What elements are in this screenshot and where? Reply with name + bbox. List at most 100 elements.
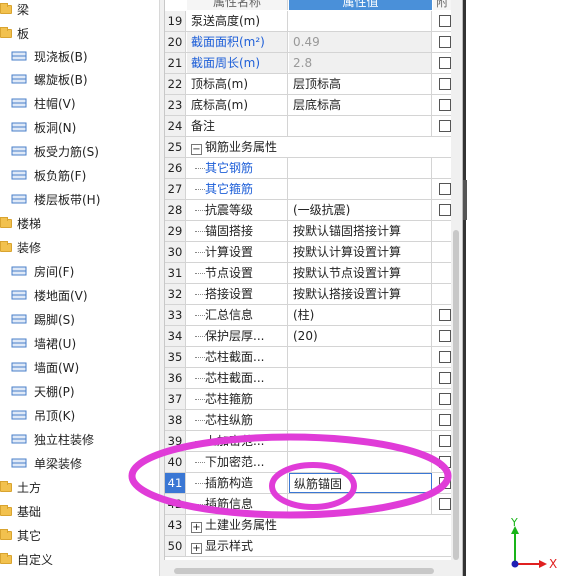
attach-checkbox[interactable] <box>439 15 451 27</box>
property-value[interactable] <box>289 347 432 367</box>
row-number[interactable]: 20 <box>165 32 186 52</box>
row-number[interactable]: 32 <box>165 284 186 304</box>
property-value[interactable] <box>289 179 432 199</box>
attach-checkbox[interactable] <box>439 393 451 405</box>
attach-checkbox[interactable] <box>439 57 451 69</box>
tree-item[interactable]: 板受力筋(S) <box>10 139 99 163</box>
row-number[interactable]: 24 <box>165 116 186 136</box>
tree-folder[interactable]: 装修 <box>0 235 41 259</box>
tree-item[interactable]: 螺旋板(B) <box>10 67 88 91</box>
tree-item[interactable]: 吊顶(K) <box>10 403 75 427</box>
property-row[interactable]: 20 截面面积(m²) 0.49 <box>165 32 455 53</box>
collapse-icon[interactable]: − <box>191 144 202 155</box>
property-group-row[interactable]: 50 + 显示样式 <box>165 536 455 557</box>
property-row[interactable]: 39 上加密范... <box>165 431 455 452</box>
row-number[interactable]: 39 <box>165 431 186 451</box>
attach-checkbox[interactable] <box>439 477 451 489</box>
attach-checkbox[interactable] <box>439 120 451 132</box>
row-number[interactable]: 22 <box>165 74 186 94</box>
attach-checkbox[interactable] <box>439 456 451 468</box>
property-value[interactable]: 按默认锚固搭接计算 <box>289 221 432 241</box>
column-header-value[interactable]: 属性值 <box>289 0 432 10</box>
property-row[interactable]: 38 芯柱纵筋 <box>165 410 455 431</box>
property-value[interactable]: 按默认搭接设置计算 <box>289 284 432 304</box>
attach-checkbox[interactable] <box>439 204 451 216</box>
tree-item[interactable]: 楼地面(V) <box>10 283 88 307</box>
property-row[interactable]: 26 其它钢筋 <box>165 158 455 179</box>
property-value[interactable] <box>289 368 432 388</box>
attach-checkbox[interactable] <box>439 372 451 384</box>
attach-checkbox[interactable] <box>439 99 451 111</box>
row-number[interactable]: 34 <box>165 326 186 346</box>
property-row[interactable]: 30 计算设置 按默认计算设置计算 <box>165 242 455 263</box>
row-number[interactable]: 23 <box>165 95 186 115</box>
property-row[interactable]: 21 截面周长(m) 2.8 <box>165 53 455 74</box>
property-group-row[interactable]: 43 + 土建业务属性 <box>165 515 455 536</box>
tree-item[interactable]: 现浇板(B) <box>10 44 88 68</box>
attach-checkbox[interactable] <box>439 36 451 48</box>
tree-item[interactable]: 天棚(P) <box>10 379 75 403</box>
property-row[interactable]: 29 锚固搭接 按默认锚固搭接计算 <box>165 221 455 242</box>
property-row[interactable]: 28 抗震等级 (一级抗震) <box>165 200 455 221</box>
property-value[interactable]: (柱) <box>289 305 432 325</box>
expand-icon[interactable]: + <box>191 522 202 533</box>
tree-item[interactable]: 房间(F) <box>10 259 74 283</box>
property-value[interactable]: 按默认节点设置计算 <box>289 263 432 283</box>
property-value[interactable]: 层顶标高 <box>289 74 432 94</box>
row-number[interactable]: 33 <box>165 305 186 325</box>
property-row[interactable]: 40 下加密范... <box>165 452 455 473</box>
attach-checkbox[interactable] <box>439 435 451 447</box>
attach-checkbox[interactable] <box>439 498 451 510</box>
attach-checkbox[interactable] <box>439 330 451 342</box>
property-value[interactable]: 层底标高 <box>289 95 432 115</box>
attach-checkbox[interactable] <box>439 309 451 321</box>
tree-item[interactable]: 独立柱装修 <box>10 427 94 451</box>
property-row[interactable]: 24 备注 <box>165 116 455 137</box>
property-row[interactable]: 36 芯柱截面... <box>165 368 455 389</box>
property-row[interactable]: 27 其它箍筋 <box>165 179 455 200</box>
vertical-scrollbar[interactable] <box>451 0 462 576</box>
row-number[interactable]: 41 <box>165 473 186 493</box>
row-number[interactable]: 42 <box>165 494 186 514</box>
property-value[interactable] <box>289 494 432 514</box>
tree-item[interactable]: 柱帽(V) <box>10 91 76 115</box>
property-row[interactable]: 23 底标高(m) 层底标高 <box>165 95 455 116</box>
tree-item[interactable]: 板负筋(F) <box>10 163 86 187</box>
column-header-name[interactable]: 属性名称 <box>187 0 288 10</box>
row-number[interactable]: 29 <box>165 221 186 241</box>
row-number[interactable]: 35 <box>165 347 186 367</box>
row-number[interactable]: 50 <box>165 536 186 556</box>
row-number[interactable]: 25 <box>165 137 186 157</box>
tree-folder[interactable]: 楼梯 <box>0 211 41 235</box>
property-value[interactable] <box>289 158 432 178</box>
property-value[interactable] <box>289 11 432 31</box>
property-group-row[interactable]: 25− 钢筋业务属性 <box>165 137 455 158</box>
attach-checkbox[interactable] <box>439 351 451 363</box>
property-row[interactable]: 33 汇总信息 (柱) <box>165 305 455 326</box>
viewport-collapse-handle[interactable] <box>463 180 467 220</box>
tree-folder[interactable]: 梁 <box>0 0 29 21</box>
property-row[interactable]: 42 插筋信息 <box>165 494 455 515</box>
tree-folder[interactable]: 土方 <box>0 475 41 499</box>
property-row[interactable]: 31 节点设置 按默认节点设置计算 <box>165 263 455 284</box>
tree-folder[interactable]: 其它 <box>0 523 41 547</box>
property-row[interactable]: 32 搭接设置 按默认搭接设置计算 <box>165 284 455 305</box>
drawing-viewport[interactable]: Y X <box>462 0 572 576</box>
property-row[interactable]: 34 保护层厚... (20) <box>165 326 455 347</box>
property-value[interactable] <box>289 452 432 472</box>
property-value[interactable]: (20) <box>289 326 432 346</box>
row-number[interactable]: 21 <box>165 53 186 73</box>
row-number[interactable]: 36 <box>165 368 186 388</box>
row-number[interactable]: 26 <box>165 158 186 178</box>
horizontal-scrollbar[interactable] <box>164 565 451 576</box>
row-number[interactable]: 19 <box>165 11 186 31</box>
row-number[interactable]: 28 <box>165 200 186 220</box>
property-value[interactable] <box>289 410 432 430</box>
property-row[interactable]: 35 芯柱截面... <box>165 347 455 368</box>
property-value[interactable]: 按默认计算设置计算 <box>289 242 432 262</box>
tree-folder[interactable]: 自定义 <box>0 547 53 571</box>
property-row[interactable]: 41 插筋构造 纵筋锚固 <box>165 473 455 494</box>
vertical-scroll-thumb[interactable] <box>453 230 459 560</box>
property-value[interactable]: (一级抗震) <box>289 200 432 220</box>
property-row[interactable]: 19 泵送高度(m) <box>165 11 455 32</box>
